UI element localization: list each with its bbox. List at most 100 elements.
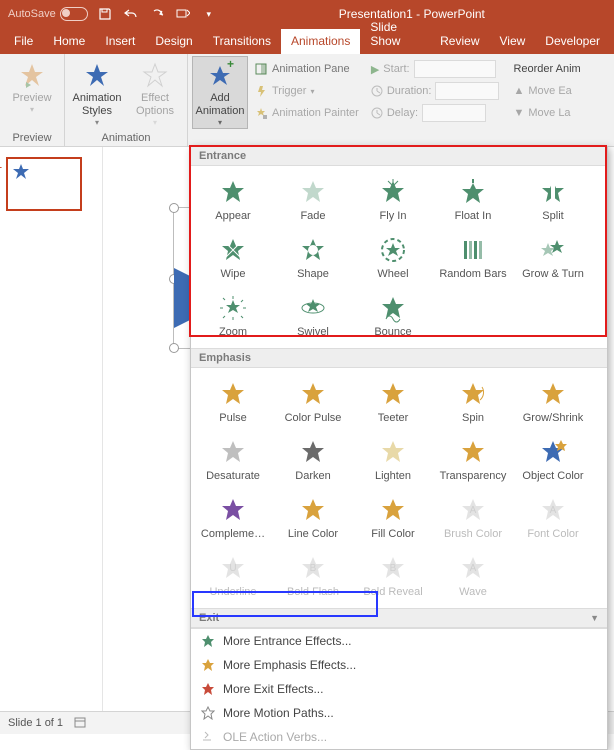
effect-bold-flash[interactable]: BBold Flash bbox=[273, 546, 353, 604]
effect-spin[interactable]: Spin bbox=[433, 372, 513, 430]
effect-shape[interactable]: Shape bbox=[273, 228, 353, 286]
entrance-header: Entrance bbox=[191, 147, 607, 166]
tab-insert[interactable]: Insert bbox=[95, 29, 145, 54]
timing-controls: ▶Start: Duration: Delay: bbox=[365, 56, 506, 126]
effect-darken[interactable]: Darken bbox=[273, 430, 353, 488]
redo-icon[interactable] bbox=[148, 5, 166, 23]
effect-compleme-[interactable]: Compleme… bbox=[193, 488, 273, 546]
ole-action-verbs: OLE Action Verbs... bbox=[191, 725, 607, 749]
effect-fill-color[interactable]: Fill Color bbox=[353, 488, 433, 546]
tab-view[interactable]: View bbox=[490, 29, 536, 54]
effect-pulse[interactable]: Pulse bbox=[193, 372, 273, 430]
resize-handle[interactable] bbox=[169, 203, 179, 213]
effect-bounce[interactable]: Bounce bbox=[353, 286, 433, 344]
effect-grow-shrink[interactable]: Grow/Shrink bbox=[513, 372, 593, 430]
effect-wheel[interactable]: Wheel bbox=[353, 228, 433, 286]
more-motion-paths[interactable]: More Motion Paths... bbox=[191, 701, 607, 725]
group-preview: Preview ▾ Preview bbox=[0, 54, 65, 146]
effect-font-color[interactable]: AFont Color bbox=[513, 488, 593, 546]
delay-input[interactable]: Delay: bbox=[371, 102, 500, 124]
reorder-controls: Reorder Anim ▲Move Ea ▼Move La bbox=[507, 56, 586, 126]
effect-transparency[interactable]: Transparency bbox=[433, 430, 513, 488]
emphasis-header: Emphasis bbox=[191, 348, 607, 368]
effect-zoom[interactable]: Zoom bbox=[193, 286, 273, 344]
tab-animations[interactable]: Animations bbox=[281, 29, 360, 54]
group-label-animation: Animation bbox=[69, 130, 183, 146]
svg-text:+: + bbox=[227, 60, 234, 71]
more-emphasis-effects[interactable]: More Emphasis Effects... bbox=[191, 653, 607, 677]
slide-thumbnails: 1 bbox=[0, 147, 103, 711]
chevron-down-icon[interactable]: ▼ bbox=[590, 613, 599, 623]
group-advanced: + Add Animation ▾ Animation Pane Trigger… bbox=[188, 54, 591, 146]
entrance-grid: AppearFadeFly InFloat InSplit WipeShapeWh… bbox=[191, 166, 607, 348]
tab-design[interactable]: Design bbox=[145, 29, 202, 54]
add-animation-button[interactable]: + Add Animation ▾ bbox=[192, 56, 248, 129]
tab-transitions[interactable]: Transitions bbox=[203, 29, 281, 54]
effect-underline[interactable]: UUnderline bbox=[193, 546, 273, 604]
undo-icon[interactable] bbox=[122, 5, 140, 23]
svg-text:U: U bbox=[229, 563, 236, 574]
tab-review[interactable]: Review bbox=[430, 29, 489, 54]
effect-teeter[interactable]: Teeter bbox=[353, 372, 433, 430]
svg-text:A: A bbox=[470, 563, 477, 574]
trigger-button[interactable]: Trigger ▾ bbox=[254, 80, 359, 102]
autosave-label: AutoSave bbox=[8, 8, 56, 20]
slide-thumbnail-1[interactable]: 1 bbox=[6, 157, 82, 211]
more-options: More Entrance Effects... More Emphasis E… bbox=[191, 628, 607, 749]
effect-object-color[interactable]: Object Color bbox=[513, 430, 593, 488]
preview-button[interactable]: Preview ▾ bbox=[4, 56, 60, 116]
effect-lighten[interactable]: Lighten bbox=[353, 430, 433, 488]
effect-brush-color[interactable]: ABrush Color bbox=[433, 488, 513, 546]
animation-painter-button[interactable]: Animation Painter bbox=[254, 102, 359, 124]
reorder-label: Reorder Anim bbox=[513, 58, 580, 80]
tab-home[interactable]: Home bbox=[43, 29, 95, 54]
move-later-button[interactable]: ▼Move La bbox=[513, 102, 580, 124]
effect-options-button[interactable]: Effect Options ▾ bbox=[127, 56, 183, 129]
add-animation-gallery: Entrance AppearFadeFly InFloat InSplit Wi… bbox=[190, 146, 608, 750]
start-from-beginning-icon[interactable] bbox=[174, 5, 192, 23]
group-label-preview: Preview bbox=[4, 130, 60, 146]
tab-file[interactable]: File bbox=[4, 29, 43, 54]
effect-wipe[interactable]: Wipe bbox=[193, 228, 273, 286]
quick-access-toolbar: AutoSave ▾ bbox=[8, 5, 218, 23]
group-animation: Animation Styles ▾ Effect Options ▾ Anim… bbox=[65, 54, 188, 146]
effect-float-in[interactable]: Float In bbox=[433, 170, 513, 228]
svg-text:B: B bbox=[310, 563, 317, 574]
duration-input[interactable]: Duration: bbox=[371, 80, 500, 102]
effect-split[interactable]: Split bbox=[513, 170, 593, 228]
qat-dropdown-icon[interactable]: ▾ bbox=[200, 5, 218, 23]
title-bar: AutoSave ▾ Presentation1 - PowerPoint bbox=[0, 0, 614, 28]
effect-wave[interactable]: AWave bbox=[433, 546, 513, 604]
notes-icon[interactable] bbox=[73, 716, 87, 730]
svg-text:A: A bbox=[470, 505, 477, 516]
ribbon: Preview ▾ Preview Animation Styles ▾ Eff… bbox=[0, 54, 614, 147]
effect-random-bars[interactable]: Random Bars bbox=[433, 228, 513, 286]
autosave-toggle[interactable]: AutoSave bbox=[8, 7, 88, 21]
effect-fly-in[interactable]: Fly In bbox=[353, 170, 433, 228]
start-dropdown[interactable]: ▶Start: bbox=[371, 58, 500, 80]
effect-line-color[interactable]: Line Color bbox=[273, 488, 353, 546]
save-icon[interactable] bbox=[96, 5, 114, 23]
effect-desaturate[interactable]: Desaturate bbox=[193, 430, 273, 488]
effect-fade[interactable]: Fade bbox=[273, 170, 353, 228]
exit-header: Exit▼ bbox=[191, 608, 607, 628]
animation-styles-button[interactable]: Animation Styles ▾ bbox=[69, 56, 125, 129]
toggle-off-icon bbox=[60, 7, 88, 21]
tab-slide-show[interactable]: Slide Show bbox=[360, 15, 430, 54]
more-exit-effects[interactable]: More Exit Effects... bbox=[191, 677, 607, 701]
emphasis-grid: PulseColor PulseTeeterSpinGrow/Shrink Des… bbox=[191, 368, 607, 608]
move-earlier-button[interactable]: ▲Move Ea bbox=[513, 80, 580, 102]
thumb-number: 1 bbox=[0, 159, 2, 171]
effect-grow-turn[interactable]: Grow & Turn bbox=[513, 228, 593, 286]
effect-swivel[interactable]: Swivel bbox=[273, 286, 353, 344]
effect-bold-reveal[interactable]: BBold Reveal bbox=[353, 546, 433, 604]
svg-text:A: A bbox=[550, 505, 557, 516]
effect-color-pulse[interactable]: Color Pulse bbox=[273, 372, 353, 430]
effect-appear[interactable]: Appear bbox=[193, 170, 273, 228]
resize-handle[interactable] bbox=[169, 343, 179, 353]
more-entrance-effects[interactable]: More Entrance Effects... bbox=[191, 629, 607, 653]
ribbon-tabs: FileHomeInsertDesignTransitionsAnimation… bbox=[0, 28, 614, 54]
tab-developer[interactable]: Developer bbox=[535, 29, 610, 54]
slide-count: Slide 1 of 1 bbox=[8, 717, 63, 729]
animation-pane-button[interactable]: Animation Pane bbox=[254, 58, 359, 80]
